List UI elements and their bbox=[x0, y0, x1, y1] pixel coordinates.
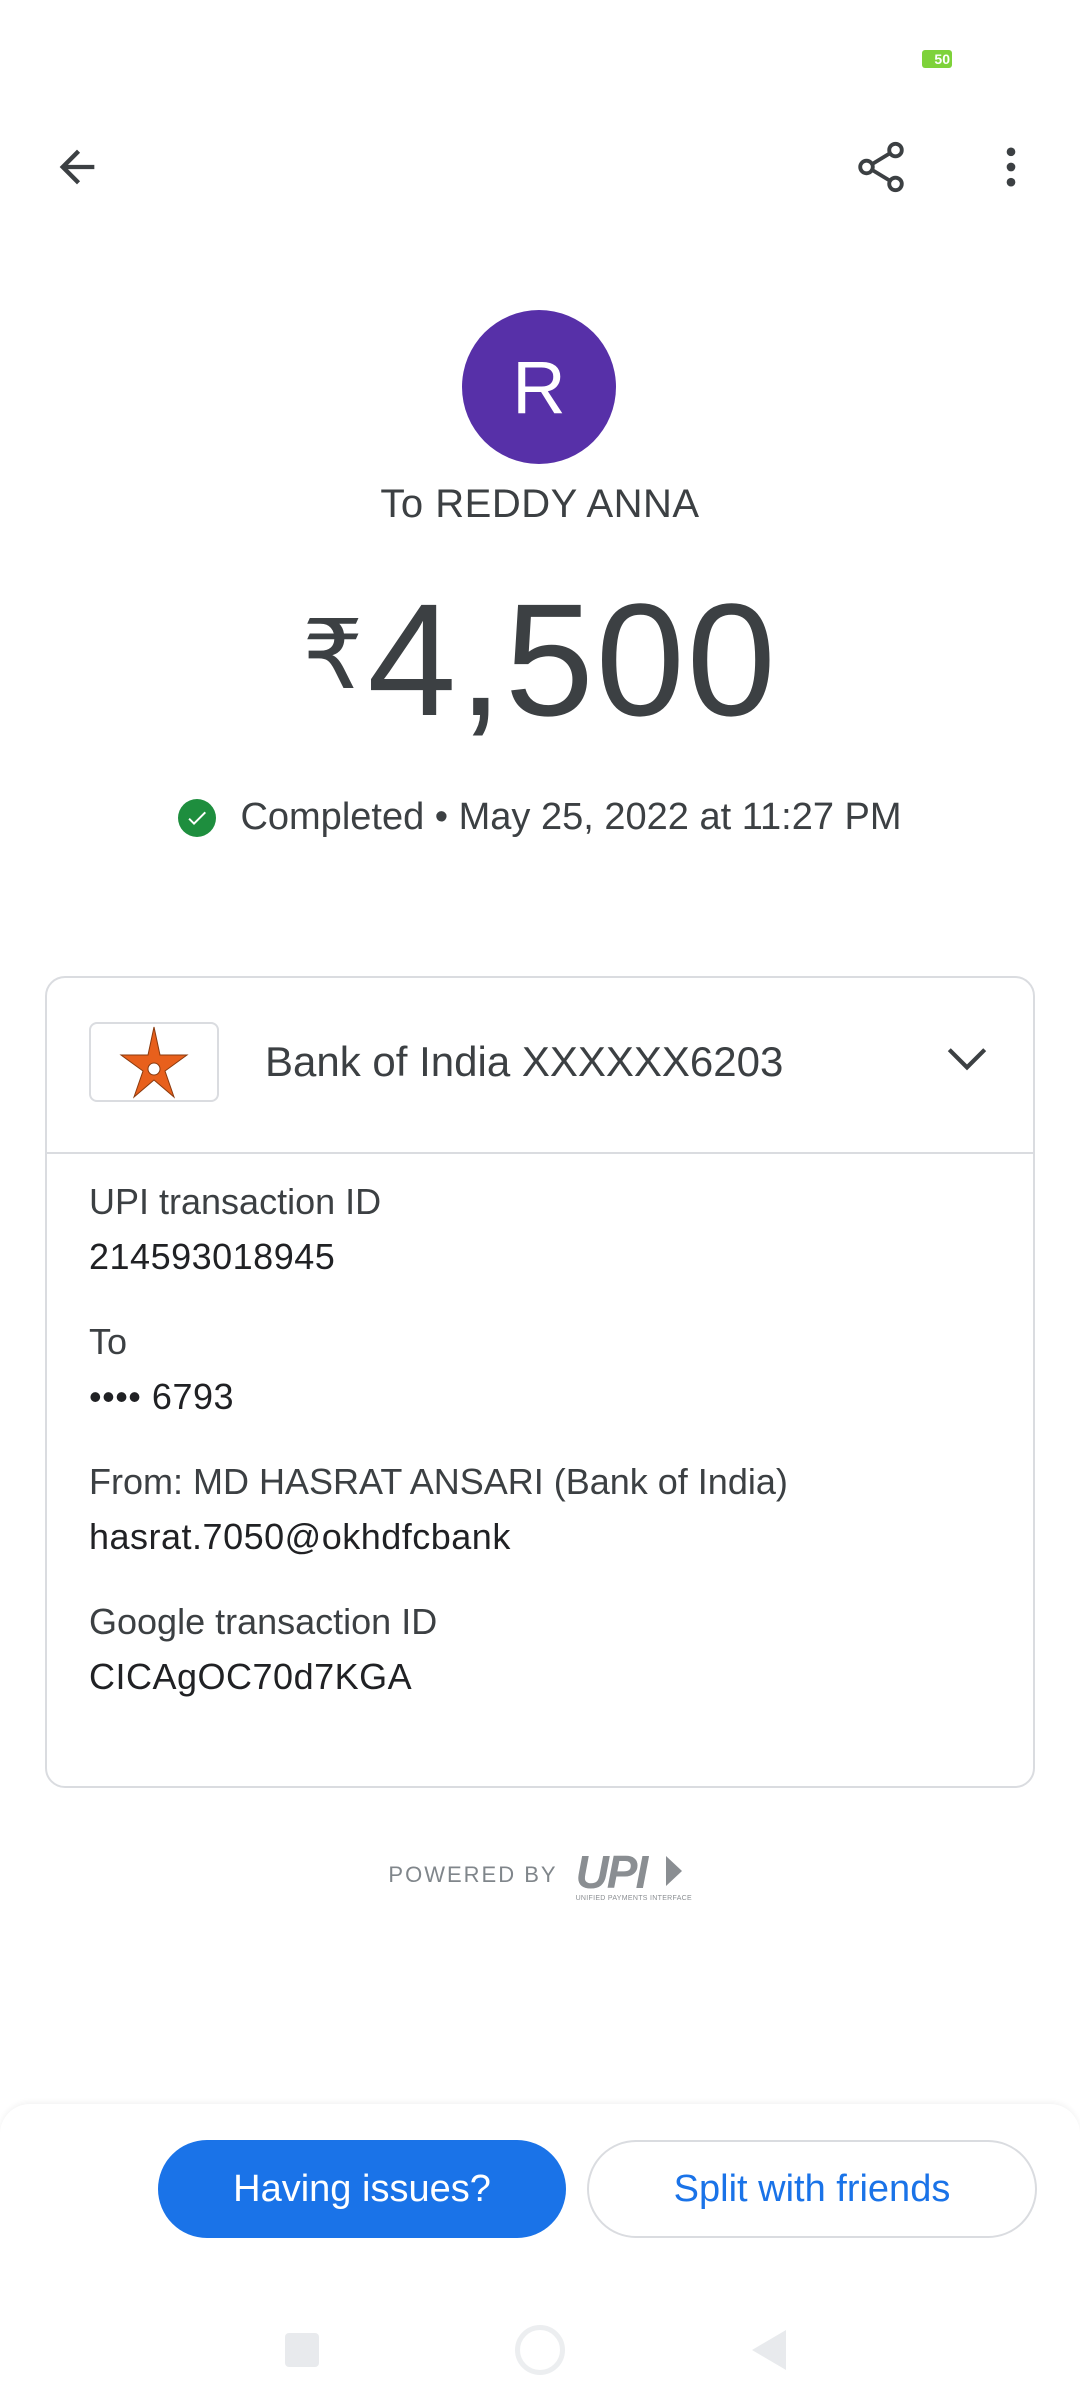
upi-logo-subtext: UNIFIED PAYMENTS INTERFACE bbox=[575, 1895, 693, 1902]
having-issues-button[interactable]: Having issues? bbox=[158, 2140, 566, 2238]
detail-google-transaction-id: Google transaction ID CICAgOC70d7KGA bbox=[89, 1596, 989, 1706]
payment-status: Completed • May 25, 2022 at 11:27 PM bbox=[0, 796, 1080, 839]
battery-icon: 50 bbox=[922, 50, 952, 68]
arrow-left-icon bbox=[59, 149, 95, 185]
recipient-name: To REDDY ANNA bbox=[380, 482, 700, 526]
system-back-icon[interactable] bbox=[752, 2330, 786, 2370]
payee-avatar: R bbox=[462, 310, 616, 464]
recents-icon[interactable] bbox=[285, 2333, 319, 2367]
upi-arrow-icon bbox=[665, 1856, 682, 1886]
detail-value[interactable]: hasrat.7050@okhdfcbank bbox=[89, 1508, 989, 1566]
powered-by-upi: POWERED BY UPI UNIFIED PAYMENTS INTERFAC… bbox=[0, 1849, 1080, 1902]
detail-value[interactable]: 214593018945 bbox=[89, 1228, 989, 1286]
system-navigation-bar bbox=[0, 2300, 1080, 2400]
powered-by-text: POWERED BY bbox=[388, 1862, 558, 1887]
upi-logo-text: UPI bbox=[575, 1846, 649, 1898]
payment-amount: ₹4,500 bbox=[0, 580, 1080, 740]
share-button[interactable] bbox=[836, 122, 926, 212]
transaction-details-list: UPI transaction ID 214593018945 To •••• … bbox=[89, 1176, 989, 1736]
bank-account-name: Bank of India XXXXXX6203 bbox=[265, 1038, 784, 1085]
detail-label: Google transaction ID bbox=[89, 1601, 438, 1642]
more-options-button[interactable] bbox=[966, 122, 1056, 212]
currency-symbol: ₹ bbox=[302, 602, 364, 709]
bank-logo bbox=[89, 1022, 219, 1102]
share-icon bbox=[858, 141, 904, 193]
more-vert-icon bbox=[1006, 147, 1016, 187]
check-circle-icon bbox=[178, 798, 217, 837]
status-bar: 50 bbox=[0, 0, 1080, 110]
top-app-bar bbox=[0, 110, 1080, 225]
upi-logo: UPI UNIFIED PAYMENTS INTERFACE bbox=[576, 1849, 692, 1902]
detail-label: UPI transaction ID bbox=[89, 1181, 382, 1222]
detail-upi-transaction-id: UPI transaction ID 214593018945 bbox=[89, 1176, 989, 1286]
split-with-friends-button[interactable]: Split with friends bbox=[587, 2140, 1037, 2238]
battery-level: 50 bbox=[934, 51, 950, 67]
detail-value[interactable]: CICAgOC70d7KGA bbox=[89, 1648, 989, 1706]
detail-value[interactable]: •••• 6793 bbox=[89, 1368, 989, 1426]
detail-from: From: MD HASRAT ANSARI (Bank of India) h… bbox=[89, 1456, 989, 1566]
detail-to: To •••• 6793 bbox=[89, 1316, 989, 1426]
avatar-initial: R bbox=[512, 345, 566, 429]
expand-button[interactable] bbox=[927, 1018, 1007, 1098]
back-button[interactable] bbox=[32, 122, 122, 212]
status-text: Completed • May 25, 2022 at 11:27 PM bbox=[240, 796, 902, 838]
transaction-details-card: Bank of India XXXXXX6203 UPI transaction… bbox=[45, 976, 1035, 1788]
amount-value: 4,500 bbox=[367, 570, 778, 749]
home-icon[interactable] bbox=[515, 2325, 565, 2375]
chevron-down-icon bbox=[947, 1048, 987, 1071]
detail-label: To bbox=[89, 1321, 128, 1362]
bank-of-india-star-logo bbox=[119, 1026, 189, 1099]
bank-account-row[interactable]: Bank of India XXXXXX6203 bbox=[47, 978, 1033, 1154]
detail-label: From: MD HASRAT ANSARI (Bank of India) bbox=[89, 1461, 788, 1502]
